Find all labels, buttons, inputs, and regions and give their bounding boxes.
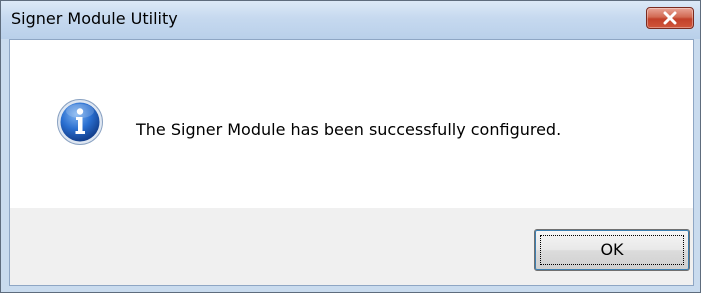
close-button[interactable] [646, 7, 694, 29]
message-text: The Signer Module has been successfully … [136, 120, 562, 139]
ok-button-label: OK [600, 240, 624, 259]
title-bar[interactable]: Signer Module Utility [1, 1, 700, 39]
close-icon [663, 11, 677, 25]
info-icon [57, 99, 103, 145]
dialog-content: The Signer Module has been successfully … [9, 39, 694, 286]
window-title: Signer Module Utility [11, 9, 178, 28]
dialog-window: Signer Module Utility The Signer Module … [0, 0, 701, 293]
message-area: The Signer Module has been successfully … [10, 40, 693, 208]
ok-button[interactable]: OK [534, 229, 690, 271]
